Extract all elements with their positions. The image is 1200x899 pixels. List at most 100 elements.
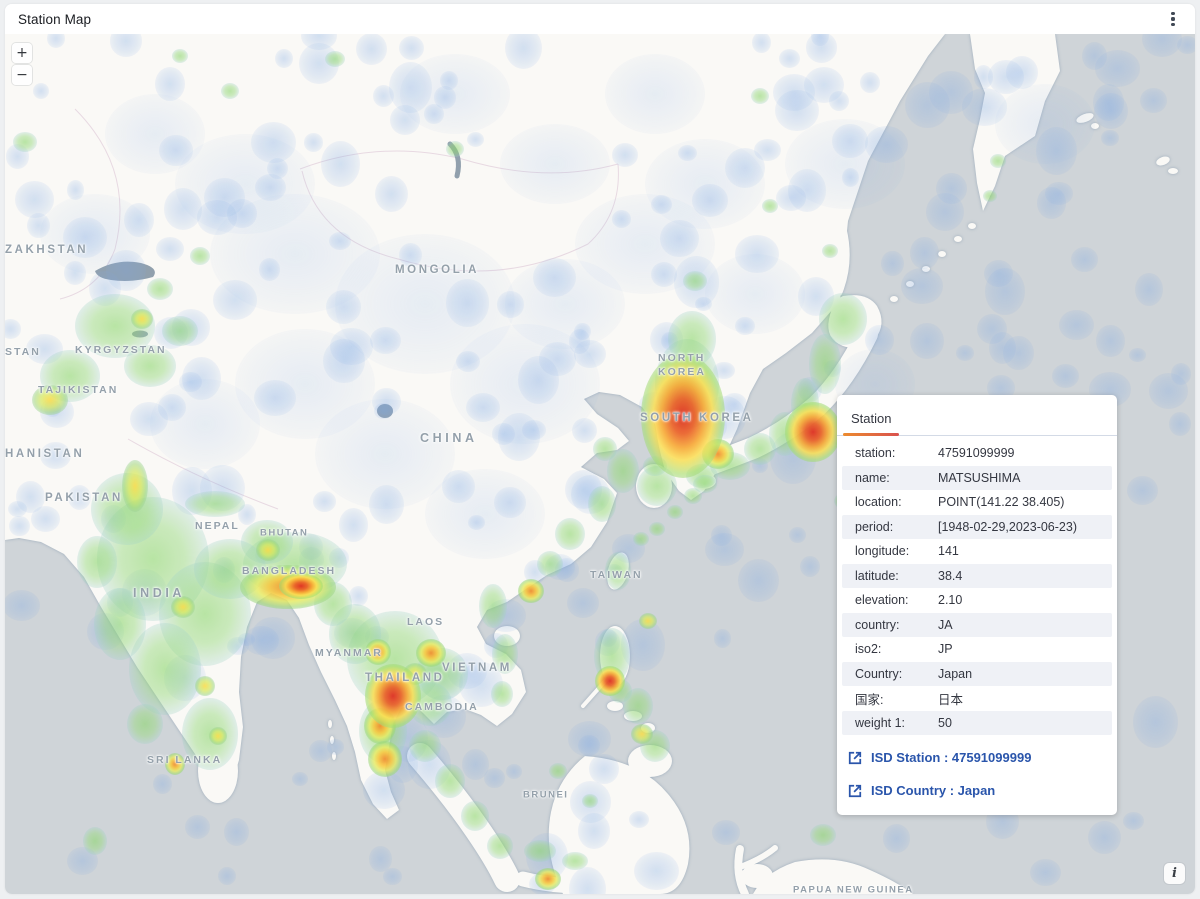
- heat-blob: [773, 74, 815, 110]
- heat-blob: [33, 83, 49, 99]
- heat-blob: [155, 67, 185, 101]
- heat-blob: [105, 94, 205, 174]
- heat-blob: [259, 571, 286, 595]
- heat-blob: [77, 536, 117, 588]
- heat-blob: [179, 372, 202, 393]
- tooltip-row-value: MATSUSHIMA: [938, 471, 1106, 485]
- heat-blob: [518, 579, 544, 603]
- heat-blob: [275, 49, 293, 68]
- heat-blob: [64, 261, 86, 284]
- map-attribution-info-icon[interactable]: i: [1164, 863, 1185, 884]
- heat-blob: [988, 60, 1024, 95]
- heat-blob: [326, 290, 361, 324]
- heat-blob: [63, 217, 107, 258]
- tooltip-row-key: 国家:: [855, 689, 938, 708]
- heat-blob: [505, 34, 542, 69]
- heat-blob: [535, 868, 561, 890]
- heat-blob: [408, 740, 451, 789]
- tooltip-row-value: Japan: [938, 667, 1106, 681]
- heat-blob: [124, 203, 153, 237]
- heat-blob: [633, 532, 649, 546]
- heat-blob: [522, 420, 547, 441]
- heat-blob: [702, 439, 734, 469]
- heat-blob: [299, 547, 325, 572]
- heat-blob: [172, 467, 212, 515]
- heat-blob: [798, 377, 822, 402]
- heat-blob: [153, 774, 172, 794]
- tooltip-row-key: station:: [855, 446, 938, 460]
- map-canvas[interactable]: ZAKHSTANKYRGYZSTANSTANTAJIKISTANHANISTAN…: [5, 34, 1195, 894]
- heat-blob: [491, 681, 513, 707]
- heat-blob: [363, 771, 405, 809]
- tooltip-tab-station[interactable]: Station: [843, 411, 899, 435]
- heat-blob: [492, 634, 518, 674]
- heat-blob: [1006, 56, 1038, 88]
- heat-blob: [1142, 34, 1182, 57]
- heat-blob: [484, 768, 505, 789]
- heat-blob: [779, 49, 800, 68]
- heat-blob: [461, 801, 489, 831]
- zoom-in-button[interactable]: +: [12, 43, 32, 63]
- tooltip-row: location:POINT(141.22 38.405): [842, 490, 1112, 515]
- heat-blob: [595, 666, 625, 696]
- heat-blob: [770, 432, 816, 484]
- isd-station-link[interactable]: ISD Station : 47591099999: [842, 741, 1112, 774]
- heat-blob: [667, 505, 683, 519]
- heat-blob: [190, 247, 210, 265]
- heat-blob: [172, 49, 188, 63]
- tooltip-row: longitude:141: [842, 539, 1112, 564]
- heat-blob: [158, 394, 186, 421]
- heat-blob: [5, 319, 21, 339]
- heat-blob: [218, 867, 236, 885]
- heat-blob: [227, 199, 257, 228]
- heat-blob: [147, 278, 173, 300]
- heat-blob: [255, 547, 276, 564]
- heat-blob: [574, 340, 606, 368]
- heat-blob: [299, 43, 339, 84]
- heat-blob: [13, 132, 37, 152]
- heat-blob: [9, 516, 29, 537]
- heat-blob: [434, 86, 456, 108]
- panel-options-kebab-icon[interactable]: [1161, 7, 1185, 31]
- heat-blob: [1071, 247, 1098, 272]
- heat-blob: [660, 220, 698, 258]
- tooltip-row-value: 2.10: [938, 593, 1106, 607]
- heat-blob: [224, 818, 249, 846]
- heat-blob: [804, 67, 845, 103]
- heat-blob: [936, 173, 967, 204]
- heat-blob: [612, 534, 645, 563]
- heat-blob: [568, 721, 612, 756]
- heat-blob: [1129, 348, 1146, 362]
- heat-blob: [710, 452, 750, 480]
- heat-blob: [956, 345, 975, 361]
- zoom-out-button[interactable]: −: [12, 65, 32, 85]
- heat-blob: [442, 470, 474, 503]
- heat-blob: [1140, 88, 1166, 113]
- heat-blob: [235, 329, 375, 439]
- isd-country-link[interactable]: ISD Country : Japan: [842, 774, 1112, 807]
- heat-blob: [1045, 182, 1072, 205]
- heat-blob: [910, 323, 943, 359]
- heat-blob: [518, 356, 559, 404]
- heat-blob: [67, 180, 85, 200]
- heat-blob: [330, 328, 372, 365]
- heat-blob: [738, 559, 779, 602]
- heat-blob: [497, 291, 524, 317]
- heat-blob: [416, 648, 468, 700]
- heat-blob: [150, 379, 260, 469]
- heat-blob: [775, 90, 818, 131]
- heat-blob: [650, 322, 684, 357]
- heat-blob: [529, 873, 556, 894]
- heat-blob: [390, 105, 420, 134]
- heat-blob: [159, 135, 192, 166]
- heat-blob: [182, 698, 238, 770]
- heat-blob: [487, 833, 513, 859]
- heat-blob: [593, 437, 617, 461]
- heat-blob: [213, 280, 258, 320]
- heat-blob: [704, 396, 746, 439]
- heat-blob: [545, 554, 575, 580]
- heat-blob: [15, 181, 53, 218]
- heat-blob: [40, 442, 71, 470]
- heat-blob: [456, 351, 480, 372]
- heat-blob: [364, 708, 396, 744]
